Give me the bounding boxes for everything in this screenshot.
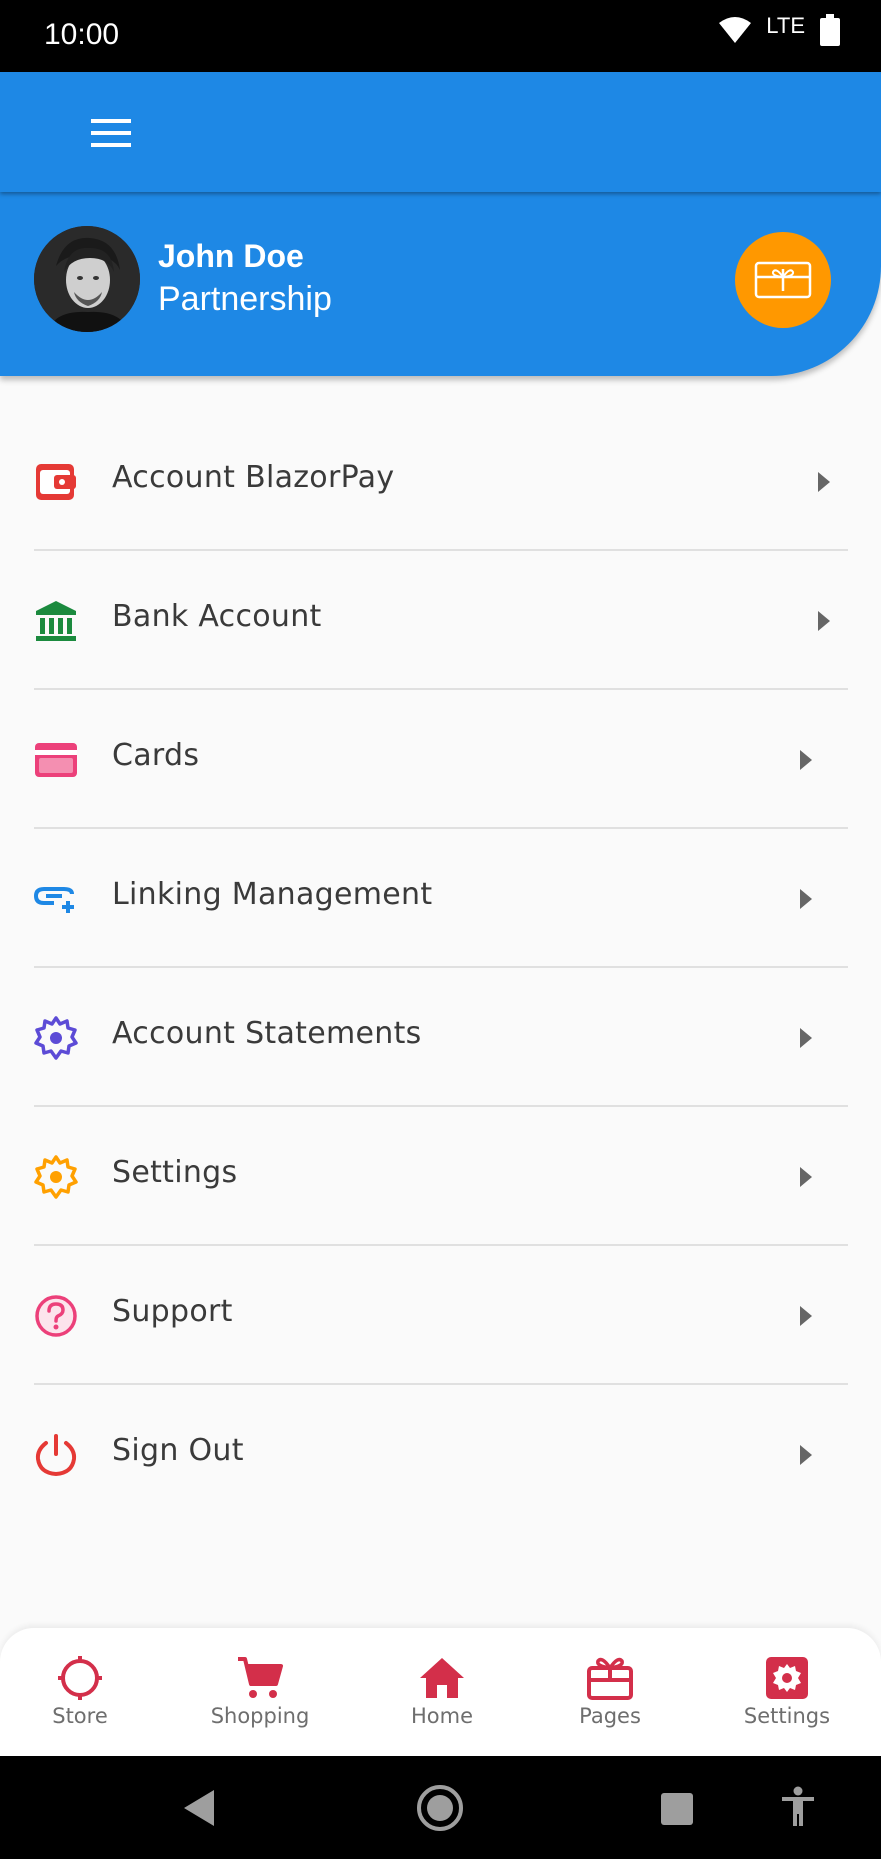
gear-icon: [34, 1155, 78, 1199]
menu-item-support[interactable]: Support: [34, 1246, 848, 1385]
menu-item-label: Account Statements: [112, 1016, 422, 1051]
hamburger-menu-button[interactable]: [86, 108, 136, 158]
settings-icon: [763, 1654, 811, 1702]
avatar-image: [34, 226, 140, 332]
nav-label: Shopping: [210, 1704, 310, 1728]
nav-home[interactable]: Home: [392, 1628, 492, 1756]
link-add-icon: [34, 877, 78, 921]
crosshair-icon: [56, 1654, 104, 1702]
nav-settings[interactable]: Settings: [737, 1628, 837, 1756]
profile-name: John Doe: [158, 238, 304, 274]
nav-pages[interactable]: Pages: [560, 1628, 660, 1756]
system-nav-bar: [0, 1756, 881, 1859]
menu-item-label: Bank Account: [112, 599, 322, 634]
hamburger-icon: [91, 119, 131, 147]
network-type: LTE: [766, 13, 805, 38]
chevron-right-icon: [800, 1445, 812, 1465]
nav-label: Settings: [743, 1704, 831, 1728]
menu-item-label: Sign Out: [112, 1433, 244, 1468]
gift-icon: [586, 1654, 634, 1702]
nav-label: Home: [410, 1704, 473, 1728]
chevron-right-icon: [800, 889, 812, 909]
bank-icon: [34, 599, 78, 643]
gift-card-button[interactable]: [735, 232, 831, 328]
chevron-right-icon: [800, 1306, 812, 1326]
screen: John Doe Partnership Account BlazorPay B…: [0, 72, 881, 1756]
back-icon[interactable]: [182, 1788, 216, 1828]
power-icon: [34, 1433, 78, 1477]
chevron-right-icon: [800, 1167, 812, 1187]
home-button-icon[interactable]: [416, 1784, 464, 1832]
nav-shopping[interactable]: Shopping: [200, 1628, 320, 1756]
menu-list: Account BlazorPay Bank Account Cards Lin…: [34, 412, 848, 1524]
accessibility-icon[interactable]: [780, 1786, 816, 1828]
wallet-icon: [34, 460, 78, 504]
menu-item-label: Support: [112, 1294, 233, 1329]
menu-item-account-blazorpay[interactable]: Account BlazorPay: [34, 412, 848, 551]
bottom-nav: Store Shopping Home Pages Settings: [0, 1628, 881, 1756]
menu-item-bank-account[interactable]: Bank Account: [34, 551, 848, 690]
menu-item-label: Settings: [112, 1155, 238, 1190]
recents-icon[interactable]: [660, 1792, 694, 1826]
battery-icon: [820, 14, 840, 46]
chevron-right-icon: [800, 1028, 812, 1048]
nav-label: Pages: [579, 1704, 641, 1728]
status-bar: 10:00 LTE: [0, 0, 881, 72]
menu-item-sign-out[interactable]: Sign Out: [34, 1385, 848, 1524]
menu-item-linking-management[interactable]: Linking Management: [34, 829, 848, 968]
wifi-icon: [719, 17, 752, 43]
profile-header: John Doe Partnership: [0, 192, 881, 376]
nav-label: Store: [52, 1704, 108, 1728]
menu-item-cards[interactable]: Cards: [34, 690, 848, 829]
status-icons: LTE: [718, 13, 841, 46]
gift-card-icon: [754, 261, 812, 299]
app-bar: [0, 72, 881, 192]
help-icon: [34, 1294, 78, 1338]
avatar[interactable]: [34, 226, 140, 332]
chevron-right-icon: [818, 472, 830, 492]
menu-item-settings[interactable]: Settings: [34, 1107, 848, 1246]
nav-store[interactable]: Store: [30, 1628, 130, 1756]
menu-item-account-statements[interactable]: Account Statements: [34, 968, 848, 1107]
credit-card-icon: [34, 738, 78, 782]
gear-icon: [34, 1016, 78, 1060]
profile-subtitle: Partnership: [158, 280, 332, 318]
menu-item-label: Cards: [112, 738, 200, 773]
cart-icon: [236, 1654, 284, 1702]
menu-item-label: Linking Management: [112, 877, 433, 912]
status-time: 10:00: [44, 18, 120, 51]
menu-item-label: Account BlazorPay: [112, 460, 395, 495]
home-icon: [418, 1654, 466, 1702]
chevron-right-icon: [818, 611, 830, 631]
chevron-right-icon: [800, 750, 812, 770]
